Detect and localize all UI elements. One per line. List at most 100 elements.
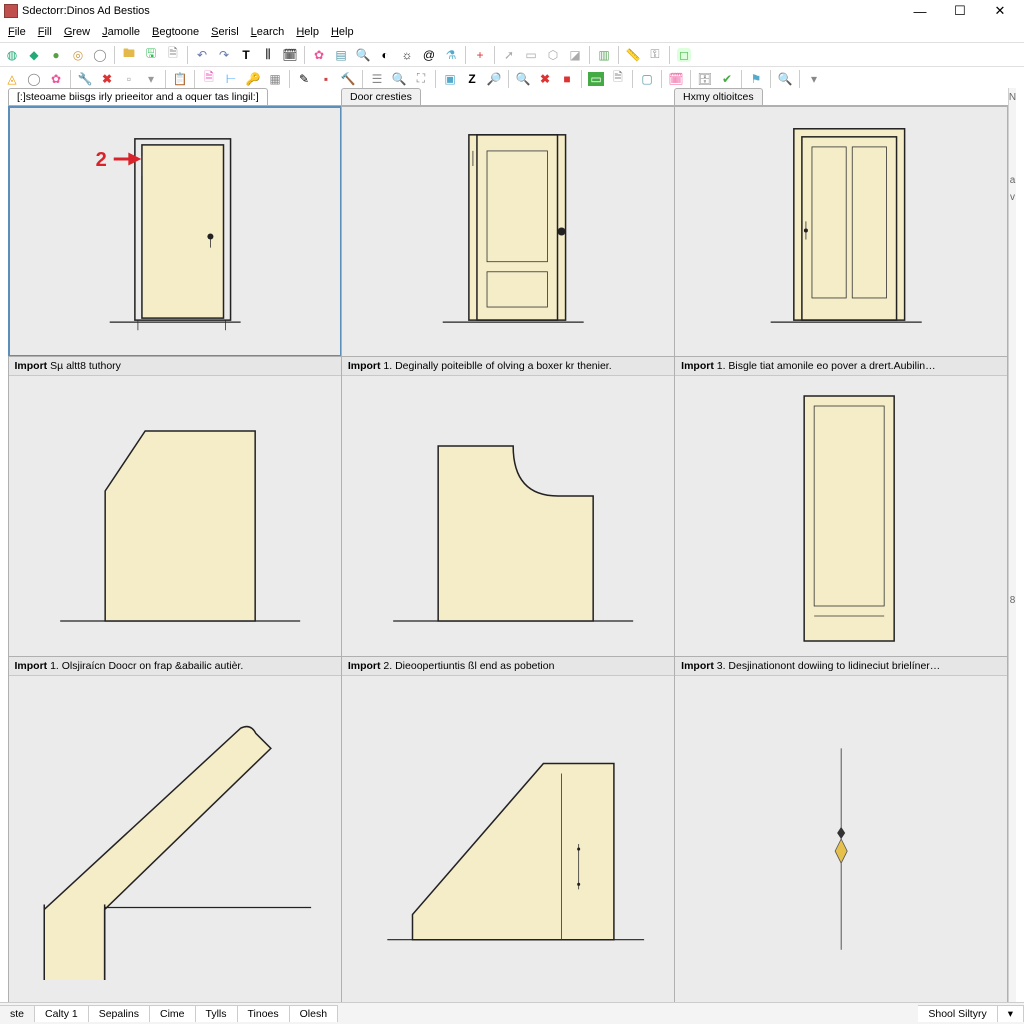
status-tab-0[interactable]: ste	[0, 1005, 35, 1022]
tb2-sq-icon[interactable]: ▢	[637, 69, 657, 89]
tb-dark-icon[interactable]: ◐	[375, 45, 395, 65]
cell-r1c2[interactable]	[341, 106, 675, 357]
tb-sheet-icon[interactable]: ▥	[594, 45, 614, 65]
menu-help[interactable]: Help	[290, 24, 325, 40]
cell-r2c3[interactable]: Import 1. Bisgle tiat amonile eo pover a…	[674, 356, 1008, 657]
cell-r2c1[interactable]: Import Sµ altt8 tuthory	[8, 356, 342, 657]
cell-r3c3[interactable]: Import 3. Desjinationont dowiing to lidi…	[674, 656, 1008, 1003]
tb2-list-icon[interactable]: ☰	[367, 69, 387, 89]
tb2-redsq-icon[interactable]: ■	[557, 69, 577, 89]
tb2-find-icon[interactable]: 🔍	[513, 69, 533, 89]
tb-box-icon[interactable]: ▭	[521, 45, 541, 65]
tb-plus-icon[interactable]: +	[470, 45, 490, 65]
tb2-dim-icon[interactable]: ⊢	[221, 69, 241, 89]
tb-hex-icon[interactable]: ⬡	[543, 45, 563, 65]
close-button[interactable]: ✕	[980, 1, 1020, 21]
tb-ruler-icon[interactable]: 📏	[623, 45, 643, 65]
status-right[interactable]: Shool Siltyry	[918, 1005, 997, 1022]
shape-angled-svg	[9, 376, 341, 656]
tb2-grid-icon[interactable]: ▦	[265, 69, 285, 89]
tb-cal-icon[interactable]: 🗓	[280, 45, 300, 65]
tab-middle[interactable]: Door cresties	[341, 88, 421, 105]
tab-left[interactable]: [:]steoame biisgs irly prieeitor and a o…	[8, 88, 268, 105]
tb2-zoomin-icon[interactable]: 🔍	[389, 69, 409, 89]
tb-gear-icon[interactable]: ✿	[309, 45, 329, 65]
tb2-db-icon[interactable]: 🗄	[695, 69, 715, 89]
tb-undo-icon[interactable]: ↶	[192, 45, 212, 65]
tb2-pen-icon[interactable]: ✎	[294, 69, 314, 89]
tb2-zoomfit-icon[interactable]: ⛶	[411, 69, 431, 89]
tb-layers-icon[interactable]: ▤	[331, 45, 351, 65]
menu-help2[interactable]: Help	[325, 24, 360, 40]
tb2-ok-icon[interactable]: ✔	[717, 69, 737, 89]
menu-begtoone[interactable]: Begtoone	[146, 24, 205, 40]
tb2-check-icon[interactable]: ▣	[440, 69, 460, 89]
tb-search-icon[interactable]: 🔍	[353, 45, 373, 65]
tb-page-icon[interactable]: 🗎	[163, 45, 183, 65]
tb2-cal-icon[interactable]: 🗓	[666, 69, 686, 89]
tb-key-icon[interactable]: ⚿	[645, 45, 665, 65]
tb2-warn-icon[interactable]: ◬	[2, 69, 22, 89]
tb2-ring-icon[interactable]: ◯	[24, 69, 44, 89]
tb-sun-icon[interactable]: ☼	[397, 45, 417, 65]
tb-disc-icon[interactable]: ◎	[68, 45, 88, 65]
menu-fill[interactable]: Fill	[32, 24, 58, 40]
menu-jamolle[interactable]: Jamolle	[96, 24, 146, 40]
cell-r3c1[interactable]: Import 1. Olsjiraícn Doocr on frap &abai…	[8, 656, 342, 1003]
right-panel[interactable]: N a v 8	[1008, 88, 1016, 1002]
tb2-clip-icon[interactable]: 📋	[170, 69, 190, 89]
tb-world-icon[interactable]: ◍	[2, 45, 22, 65]
tab-right[interactable]: Hxmy oltioitces	[674, 88, 763, 105]
door-tall-svg	[675, 376, 1007, 656]
cell-r1c1[interactable]: 2	[8, 106, 342, 357]
tb-at-icon[interactable]: @	[419, 45, 439, 65]
tb2-doc-icon[interactable]: 🗎	[199, 69, 219, 89]
tb2-doc2-icon[interactable]: 🗎	[608, 69, 628, 89]
tb2-more-icon[interactable]: ▾	[804, 69, 824, 89]
menu-serisl[interactable]: Serisl	[205, 24, 245, 40]
cell-r2c2[interactable]: Import 1. Deginally poiteiblle of olving…	[341, 356, 675, 657]
menu-learch[interactable]: Learch	[245, 24, 291, 40]
tb-text-icon[interactable]: T	[236, 45, 256, 65]
status-tab-5[interactable]: Tinoes	[238, 1005, 290, 1022]
menu-file[interactable]: File	[2, 24, 32, 40]
tb-redo-icon[interactable]: ↷	[214, 45, 234, 65]
menu-grew[interactable]: Grew	[58, 24, 96, 40]
tb-chat-icon[interactable]: ◻	[674, 45, 694, 65]
tb2-ham-icon[interactable]: 🔨	[338, 69, 358, 89]
status-tab-3[interactable]: Cime	[150, 1005, 196, 1022]
tb2-flag-icon[interactable]: ⚑	[746, 69, 766, 89]
tb2-find2-icon[interactable]: 🔍	[775, 69, 795, 89]
status-tab-4[interactable]: Tylls	[196, 1005, 238, 1022]
label-r3c1: Import 1. Olsjiraícn Doocr on frap &abai…	[9, 657, 341, 676]
tb2-xred-icon[interactable]: ✖	[97, 69, 117, 89]
tb2-z-icon[interactable]: Z	[462, 69, 482, 89]
tb-pipe-icon[interactable]: ⫼	[258, 45, 278, 65]
minimize-button[interactable]: —	[900, 1, 940, 21]
tb-circle-icon[interactable]: ●	[46, 45, 66, 65]
tb-colors-icon[interactable]: ◆	[24, 45, 44, 65]
tb2-drop-icon[interactable]: ▾	[141, 69, 161, 89]
tb2-gear2-icon[interactable]: ✿	[46, 69, 66, 89]
tb2-wrench-icon[interactable]: 🔧	[75, 69, 95, 89]
tb-ring-icon[interactable]: ◯	[90, 45, 110, 65]
tb-save-icon[interactable]: 🖫	[141, 45, 161, 65]
status-tab-2[interactable]: Sepalins	[89, 1005, 150, 1022]
tb-arrow-icon[interactable]: ➚	[499, 45, 519, 65]
tb2-key-icon[interactable]: 🔑	[243, 69, 263, 89]
status-dropdown-icon[interactable]: ▾	[998, 1005, 1024, 1022]
tb2-block-icon[interactable]: ▪	[316, 69, 336, 89]
tb2-x2-icon[interactable]: ✖	[535, 69, 555, 89]
maximize-button[interactable]: ☐	[940, 1, 980, 21]
tb-cube-icon[interactable]: ◪	[565, 45, 585, 65]
cell-r3c2[interactable]: Import 2. Dieoopertiuntis ßl end as pobe…	[341, 656, 675, 1003]
tb2-mag-icon[interactable]: 🔎	[484, 69, 504, 89]
tb-folder-icon[interactable]: 🖿	[119, 45, 139, 65]
status-tab-6[interactable]: Olesh	[290, 1005, 338, 1022]
cell-r1c3[interactable]	[674, 106, 1008, 357]
tb2-grn-icon[interactable]: ▭	[586, 69, 606, 89]
rg-6: 8	[1010, 595, 1016, 606]
tb-flask-icon[interactable]: ⚗	[441, 45, 461, 65]
status-tab-1[interactable]: Calty 1	[35, 1005, 89, 1022]
tb2-gray-icon[interactable]: ▫	[119, 69, 139, 89]
